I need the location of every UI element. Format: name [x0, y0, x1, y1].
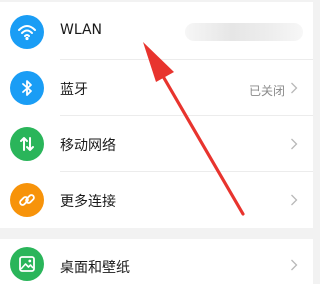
- settings-item-desktop-wallpaper[interactable]: 桌面和壁纸: [0, 239, 313, 284]
- settings-item-label: 移动网络: [60, 138, 116, 154]
- settings-item-mobile-network[interactable]: 移动网络: [0, 116, 313, 172]
- bluetooth-icon: [10, 71, 44, 105]
- settings-item-label: 桌面和壁纸: [60, 260, 130, 276]
- connectivity-settings-group: WLAN 蓝牙 已关闭 移动网络 更多连接: [0, 2, 313, 228]
- display-settings-group: 桌面和壁纸: [0, 239, 313, 284]
- wallpaper-icon: [10, 247, 44, 281]
- settings-item-label: 蓝牙: [60, 82, 88, 98]
- settings-item-more-connections[interactable]: 更多连接: [0, 172, 313, 228]
- bluetooth-status: 已关闭: [248, 84, 285, 98]
- link-icon: [10, 183, 44, 217]
- chevron-right-icon: [291, 138, 298, 150]
- chevron-right-icon: [291, 194, 298, 206]
- wlan-network-name-redacted: [185, 23, 303, 41]
- settings-item-wlan[interactable]: WLAN: [0, 4, 313, 60]
- settings-item-label: WLAN: [60, 22, 103, 38]
- settings-item-bluetooth[interactable]: 蓝牙 已关闭: [0, 60, 313, 116]
- wifi-icon: [10, 15, 44, 49]
- settings-item-label: 更多连接: [60, 194, 116, 210]
- chevron-right-icon: [291, 82, 298, 94]
- mobile-data-icon: [10, 127, 44, 161]
- chevron-right-icon: [291, 259, 298, 271]
